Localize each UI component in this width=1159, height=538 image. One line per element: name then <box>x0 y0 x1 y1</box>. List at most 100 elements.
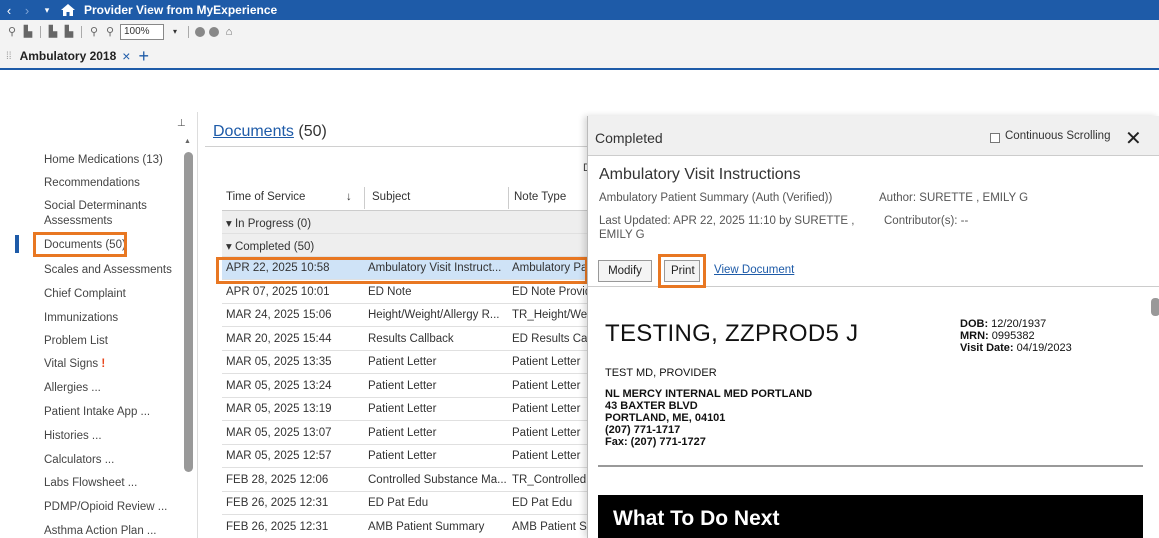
group-row-completed[interactable]: ▾ Completed (50) <box>222 234 592 257</box>
table-row[interactable]: FEB 26, 2025 12:31 AMB Patient Summary AMB… <box>222 516 592 538</box>
nav-item-calculators[interactable]: Calculators ... <box>44 453 114 467</box>
tab-label: Ambulatory 2018 <box>19 49 117 63</box>
contributors: Contributor(s): -- <box>884 215 969 227</box>
nav-item-immunizations[interactable]: Immunizations <box>44 311 118 325</box>
table-row[interactable]: MAR 05, 2025 13:19 Patient Letter Patient … <box>222 398 592 421</box>
column-divider <box>508 187 509 209</box>
subject-cell: Patient Letter <box>368 356 437 368</box>
visit-date: Visit Date: 04/19/2023 <box>960 342 1072 354</box>
table-header: Time of Service ↓ Subject Note Type <box>222 185 592 211</box>
history-dropdown-icon[interactable]: ▾ <box>36 5 58 16</box>
back-button[interactable]: ‹ <box>0 0 18 20</box>
scrollbar[interactable] <box>184 152 193 472</box>
sort-descending-icon[interactable]: ↓ <box>346 191 352 203</box>
scroll-up-icon[interactable]: ▲ <box>184 138 191 145</box>
toolbar-divider <box>40 26 41 38</box>
zoom-dropdown-icon[interactable]: ▾ <box>168 24 182 40</box>
table-row[interactable]: MAR 24, 2025 15:06 Height/Weight/Allergy … <box>222 304 592 327</box>
table-row[interactable]: MAR 05, 2025 12:57 Patient Letter Patient … <box>222 445 592 468</box>
grip-icon[interactable]: ⁞⁞ <box>6 51 12 62</box>
column-divider <box>364 187 365 209</box>
forward-button[interactable]: › <box>18 0 36 20</box>
nav-item-pdmp-opioid-review[interactable]: PDMP/Opioid Review ... <box>44 500 167 514</box>
nav-item-asthma-action-plan[interactable]: Asthma Action Plan ... <box>44 524 157 538</box>
column-header-subject[interactable]: Subject <box>372 191 410 203</box>
print-icon[interactable]: ▙ <box>22 26 34 38</box>
nav-item-label: Vital Signs <box>44 358 99 370</box>
document-title: Ambulatory Visit Instructions <box>599 166 801 183</box>
group-row-in-progress[interactable]: ▾ In Progress (0) <box>222 211 592 234</box>
home-icon[interactable] <box>58 0 78 20</box>
continuous-scrolling-label[interactable]: Continuous Scrolling <box>1005 130 1110 142</box>
table-row[interactable]: FEB 28, 2025 12:06 Controlled Substance M… <box>222 469 592 492</box>
zoom-input[interactable]: 100% <box>120 24 164 40</box>
scrollbar[interactable] <box>1151 298 1159 316</box>
view-document-link[interactable]: View Document <box>714 264 794 276</box>
documents-count: (50) <box>298 123 327 140</box>
add-tab-button[interactable]: + <box>138 46 149 67</box>
print-preview-icon[interactable]: ▙ <box>47 26 59 38</box>
time-of-service-cell: MAR 05, 2025 13:24 <box>226 379 332 392</box>
mrn-label: MRN: <box>960 330 989 342</box>
window-title: Provider View from MyExperience <box>84 3 278 17</box>
note-type-cell: TR_Controlled <box>512 473 587 486</box>
table-row[interactable]: MAR 05, 2025 13:07 Patient Letter Patient … <box>222 422 592 445</box>
zoom-in-icon[interactable]: ⚲ <box>104 26 116 38</box>
nav-item-vital-signs[interactable]: Vital Signs ! <box>44 357 105 371</box>
nav-item-social-determinants-line2[interactable]: Assessments <box>44 214 112 228</box>
panel-header: Completed Continuous Scrolling ✕ <box>588 116 1159 156</box>
tab-ambulatory-2018[interactable]: Ambulatory 2018 × <box>20 48 131 64</box>
nav-item-scales-and-assessments[interactable]: Scales and Assessments <box>44 263 172 277</box>
modify-button[interactable]: Modify <box>598 260 652 282</box>
nav-item-home-medications[interactable]: Home Medications (13) <box>44 153 163 167</box>
column-header-time-of-service[interactable]: Time of Service <box>226 191 305 203</box>
close-icon[interactable]: × <box>122 48 130 64</box>
nav-item-chief-complaint[interactable]: Chief Complaint <box>44 287 126 301</box>
nav-item-patient-intake-app[interactable]: Patient Intake App ... <box>44 405 150 419</box>
continuous-scrolling-checkbox[interactable] <box>990 133 1000 143</box>
patient-dob: DOB: 12/20/1937 <box>960 318 1046 330</box>
visit-date-label: Visit Date: <box>960 342 1014 354</box>
patient-mrn: MRN: 0995382 <box>960 330 1035 342</box>
zoom-out-icon[interactable]: ⚲ <box>88 26 100 38</box>
subject-cell: ED Note <box>368 285 412 298</box>
toolbar-divider <box>188 26 189 38</box>
document-info: Ambulatory Visit Instructions Ambulatory… <box>588 157 1159 288</box>
nav-item-recommendations[interactable]: Recommendations <box>44 176 140 190</box>
note-type-cell: TR_Height/Wei <box>512 309 590 321</box>
group-label: ▾ Completed (50) <box>226 241 315 253</box>
subject-cell: Height/Weight/Allergy R... <box>368 309 500 321</box>
note-type-cell: Patient Letter <box>512 403 581 415</box>
note-type-cell: Patient Letter <box>512 426 581 439</box>
documents-link[interactable]: Documents <box>213 123 294 140</box>
table-row[interactable]: MAR 05, 2025 13:24 Patient Letter Patient … <box>222 375 592 398</box>
subject-cell: Results Callback <box>368 332 454 345</box>
table-row[interactable]: FEB 26, 2025 12:31 ED Pat Edu ED Pat Edu <box>222 492 592 515</box>
highlight-box <box>658 254 706 288</box>
nav-item-histories[interactable]: Histories ... <box>44 429 102 443</box>
print-setup-icon[interactable]: ▙ <box>63 26 75 38</box>
nav-item-allergies[interactable]: Allergies ... <box>44 381 101 395</box>
status-label: Completed <box>595 130 663 146</box>
close-icon[interactable]: ✕ <box>1125 126 1142 151</box>
table-row[interactable]: MAR 05, 2025 13:35 Patient Letter Patient … <box>222 351 592 374</box>
nav-item-problem-list[interactable]: Problem List <box>44 334 108 348</box>
home-icon[interactable]: ⌂ <box>223 26 235 38</box>
toolbar: ⚲ ▙ ▙ ▙ ⚲ ⚲ 100% ▾ ⌂ <box>0 20 1159 44</box>
pin-icon[interactable]: ⊥ <box>177 118 186 129</box>
refresh-icon[interactable] <box>195 27 205 37</box>
column-header-note-type[interactable]: Note Type <box>514 191 566 203</box>
time-of-service-cell: MAR 05, 2025 12:57 <box>226 450 332 462</box>
section-heading: What To Do Next <box>613 507 780 530</box>
binoculars-icon[interactable]: ⚲ <box>6 26 18 38</box>
document-preview: TESTING, ZZPROD5 J DOB: 12/20/1937 MRN: … <box>588 288 1159 538</box>
visit-date-value: 04/19/2023 <box>1016 342 1072 354</box>
subject-cell: Patient Letter <box>368 426 437 439</box>
note-type-cell: AMB Patient Su <box>512 520 592 533</box>
stop-icon[interactable] <box>209 27 219 37</box>
table-row[interactable]: MAR 20, 2025 15:44 Results Callback ED Res… <box>222 328 592 351</box>
document-author: Author: SURETTE , EMILY G <box>879 192 1029 204</box>
nav-item-social-determinants[interactable]: Social Determinants <box>44 199 147 213</box>
nav-item-labs-flowsheet[interactable]: Labs Flowsheet ... <box>44 476 137 490</box>
subject-cell: Patient Letter <box>368 379 437 392</box>
